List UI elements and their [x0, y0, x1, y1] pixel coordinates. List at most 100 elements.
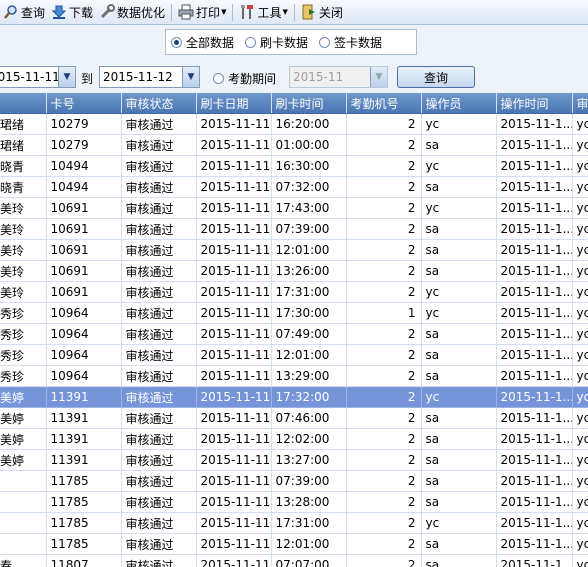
cell-operator: sa	[421, 218, 497, 240]
cell-swipe-date: 2015-11-11	[196, 281, 272, 303]
table-row[interactable]: 11785 审核通过 2015-11-11 13:28:00 2 sa 2015-11-1.…	[0, 491, 588, 513]
cell-swipe-date: 2015-11-11	[196, 134, 272, 156]
table-row[interactable]: 美婷 11391 审核通过 2015-11-11 13:27:00 2 sa 2015-11-…	[0, 449, 588, 471]
cell-swipe-time: 07:49:00	[271, 323, 347, 345]
cell-machine-no: 2	[346, 260, 422, 282]
column-header-swipe-date[interactable]: 刷卡日期	[196, 93, 272, 114]
table-row[interactable]: 美婷 11391 审核通过 2015-11-11 17:32:00 2 yc 2015-11-…	[0, 386, 588, 408]
cell-swipe-date: 2015-11-11	[196, 470, 272, 492]
table-row[interactable]: 晓青 10494 审核通过 2015-11-11 07:32:00 2 sa 2015-11-…	[0, 176, 588, 198]
toolbar-divider	[171, 3, 173, 21]
cell-auditor: yc	[572, 281, 588, 303]
attendance-period-radio[interactable]: 考勤期间	[213, 70, 276, 87]
print-button[interactable]: 打印 ▼	[175, 2, 229, 23]
table-row[interactable]: 美婷 11391 审核通过 2015-11-11 07:46:00 2 sa 2015-11-…	[0, 407, 588, 429]
date-to-picker[interactable]: 2015-11-12 ▼	[99, 66, 200, 88]
table-row[interactable]: 11785 审核通过 2015-11-11 07:39:00 2 sa 2015-11-1.…	[0, 470, 588, 492]
cell-audit-status: 审核通过	[121, 176, 197, 198]
chevron-down-icon[interactable]: ▼	[182, 67, 199, 87]
column-header-auditor[interactable]: 审	[572, 93, 588, 114]
column-header-audit-status[interactable]: 审核状态	[121, 93, 197, 114]
radio-card-label: 刷卡数据	[260, 35, 309, 50]
cell-auditor: yc	[572, 302, 588, 324]
cell-name: 秀珍	[0, 365, 47, 387]
cell-operator: yc	[421, 113, 497, 135]
query-button[interactable]: 查询	[397, 66, 475, 88]
cell-card-no: 10494	[46, 176, 122, 198]
radio-all-data[interactable]: 全部数据	[171, 34, 234, 51]
cell-audit-status: 审核通过	[121, 302, 197, 324]
cell-operator: sa	[421, 176, 497, 198]
date-from-picker[interactable]: 2015-11-11 ▼	[0, 66, 76, 88]
cell-swipe-date: 2015-11-11	[196, 344, 272, 366]
cell-audit-status: 审核通过	[121, 155, 197, 177]
cell-swipe-time: 17:32:00	[271, 386, 347, 408]
column-header-operate-time[interactable]: 操作时间	[496, 93, 573, 114]
cell-auditor: yc	[572, 155, 588, 177]
table-row[interactable]: 秀珍 10964 审核通过 2015-11-11 17:30:00 1 yc 2015-11-…	[0, 302, 588, 324]
radio-card-data[interactable]: 刷卡数据	[245, 34, 308, 51]
table-row[interactable]: 美玲 10691 审核通过 2015-11-11 13:26:00 2 sa 2015-11-…	[0, 260, 588, 282]
cell-swipe-time: 13:29:00	[271, 365, 347, 387]
cell-auditor: yc	[572, 197, 588, 219]
table-row[interactable]: 美玲 10691 审核通过 2015-11-11 17:43:00 2 yc 2015-11-…	[0, 197, 588, 219]
cell-machine-no: 1	[346, 302, 422, 324]
date-from-value: 2015-11-11	[0, 70, 58, 84]
radio-unchecked-icon	[245, 36, 257, 48]
table-row[interactable]: 秀珍 10964 审核通过 2015-11-11 13:29:00 2 sa 2015-11-…	[0, 365, 588, 387]
table-row[interactable]: 珺绪 10279 审核通过 2015-11-11 01:00:00 2 sa 2015-11-…	[0, 134, 588, 156]
cell-audit-status: 审核通过	[121, 344, 197, 366]
cell-operator: sa	[421, 428, 497, 450]
cell-swipe-time: 16:20:00	[271, 113, 347, 135]
cell-operator: sa	[421, 449, 497, 471]
table-row[interactable]: 美玲 10691 审核通过 2015-11-11 07:39:00 2 sa 2015-11-…	[0, 218, 588, 240]
query-toolbar-button[interactable]: 查询	[0, 2, 48, 23]
cell-audit-status: 审核通过	[121, 113, 197, 135]
table-row[interactable]: 晓青 10494 审核通过 2015-11-11 16:30:00 2 yc 2015-11-…	[0, 155, 588, 177]
column-header-swipe-time[interactable]: 刷卡时间	[271, 93, 347, 114]
cell-swipe-time: 13:28:00	[271, 491, 347, 513]
to-label: 到	[81, 72, 94, 86]
cell-machine-no: 2	[346, 155, 422, 177]
optimize-data-button[interactable]: 数据优化	[96, 2, 168, 23]
cell-operator: yc	[421, 386, 497, 408]
table-row[interactable]: 春 11807 审核通过 2015-11-11 07:07:00 2 sa 2015-11-1…	[0, 554, 588, 567]
close-button[interactable]: 关闭	[298, 2, 346, 23]
radio-unchecked-icon	[213, 73, 224, 84]
cell-machine-no: 2	[346, 407, 422, 429]
column-header-name[interactable]	[0, 93, 47, 114]
column-header-operator[interactable]: 操作员	[421, 93, 497, 114]
cell-operate-time: 2015-11-1...	[496, 239, 573, 261]
cell-swipe-date: 2015-11-11	[196, 155, 272, 177]
cell-operate-time: 2015-11-1...	[496, 386, 573, 408]
cell-card-no: 11391	[46, 428, 122, 450]
cell-audit-status: 审核通过	[121, 281, 197, 303]
tools-label: 工具	[257, 5, 282, 20]
cell-swipe-time: 17:31:00	[271, 512, 347, 534]
table-row[interactable]: 11785 审核通过 2015-11-11 12:01:00 2 sa 2015-11-1.…	[0, 533, 588, 555]
cell-card-no: 10691	[46, 197, 122, 219]
table-row[interactable]: 美玲 10691 审核通过 2015-11-11 12:01:00 2 sa 2015-11-…	[0, 239, 588, 261]
cell-auditor: yc	[572, 470, 588, 492]
cell-name: 秀珍	[0, 344, 47, 366]
column-header-machine-no[interactable]: 考勤机号	[346, 93, 422, 114]
cell-audit-status: 审核通过	[121, 365, 197, 387]
cell-name: 晓青	[0, 155, 47, 177]
tools-button[interactable]: 工具 ▼	[236, 2, 290, 23]
cell-audit-status: 审核通过	[121, 512, 197, 534]
cell-operator: sa	[421, 407, 497, 429]
cell-swipe-time: 12:01:00	[271, 239, 347, 261]
table-row[interactable]: 11785 审核通过 2015-11-11 17:31:00 2 yc 2015-11-1.…	[0, 512, 588, 534]
cell-operate-time: 2015-11-1...	[496, 407, 573, 429]
cell-operator: sa	[421, 533, 497, 555]
column-header-card-no[interactable]: 卡号	[46, 93, 122, 114]
radio-sign-data[interactable]: 签卡数据	[319, 34, 382, 51]
table-row[interactable]: 美玲 10691 审核通过 2015-11-11 17:31:00 2 yc 2015-11-…	[0, 281, 588, 303]
table-row[interactable]: 秀珍 10964 审核通过 2015-11-11 07:49:00 2 sa 2015-11-…	[0, 323, 588, 345]
download-button[interactable]: 下载	[48, 2, 96, 23]
cell-machine-no: 2	[346, 386, 422, 408]
chevron-down-icon[interactable]: ▼	[58, 67, 75, 87]
table-row[interactable]: 美婷 11391 审核通过 2015-11-11 12:02:00 2 sa 2015-11-…	[0, 428, 588, 450]
table-row[interactable]: 秀珍 10964 审核通过 2015-11-11 12:01:00 2 sa 2015-11-…	[0, 344, 588, 366]
table-row[interactable]: 珺绪 10279 审核通过 2015-11-11 16:20:00 2 yc 2015-11-…	[0, 113, 588, 135]
